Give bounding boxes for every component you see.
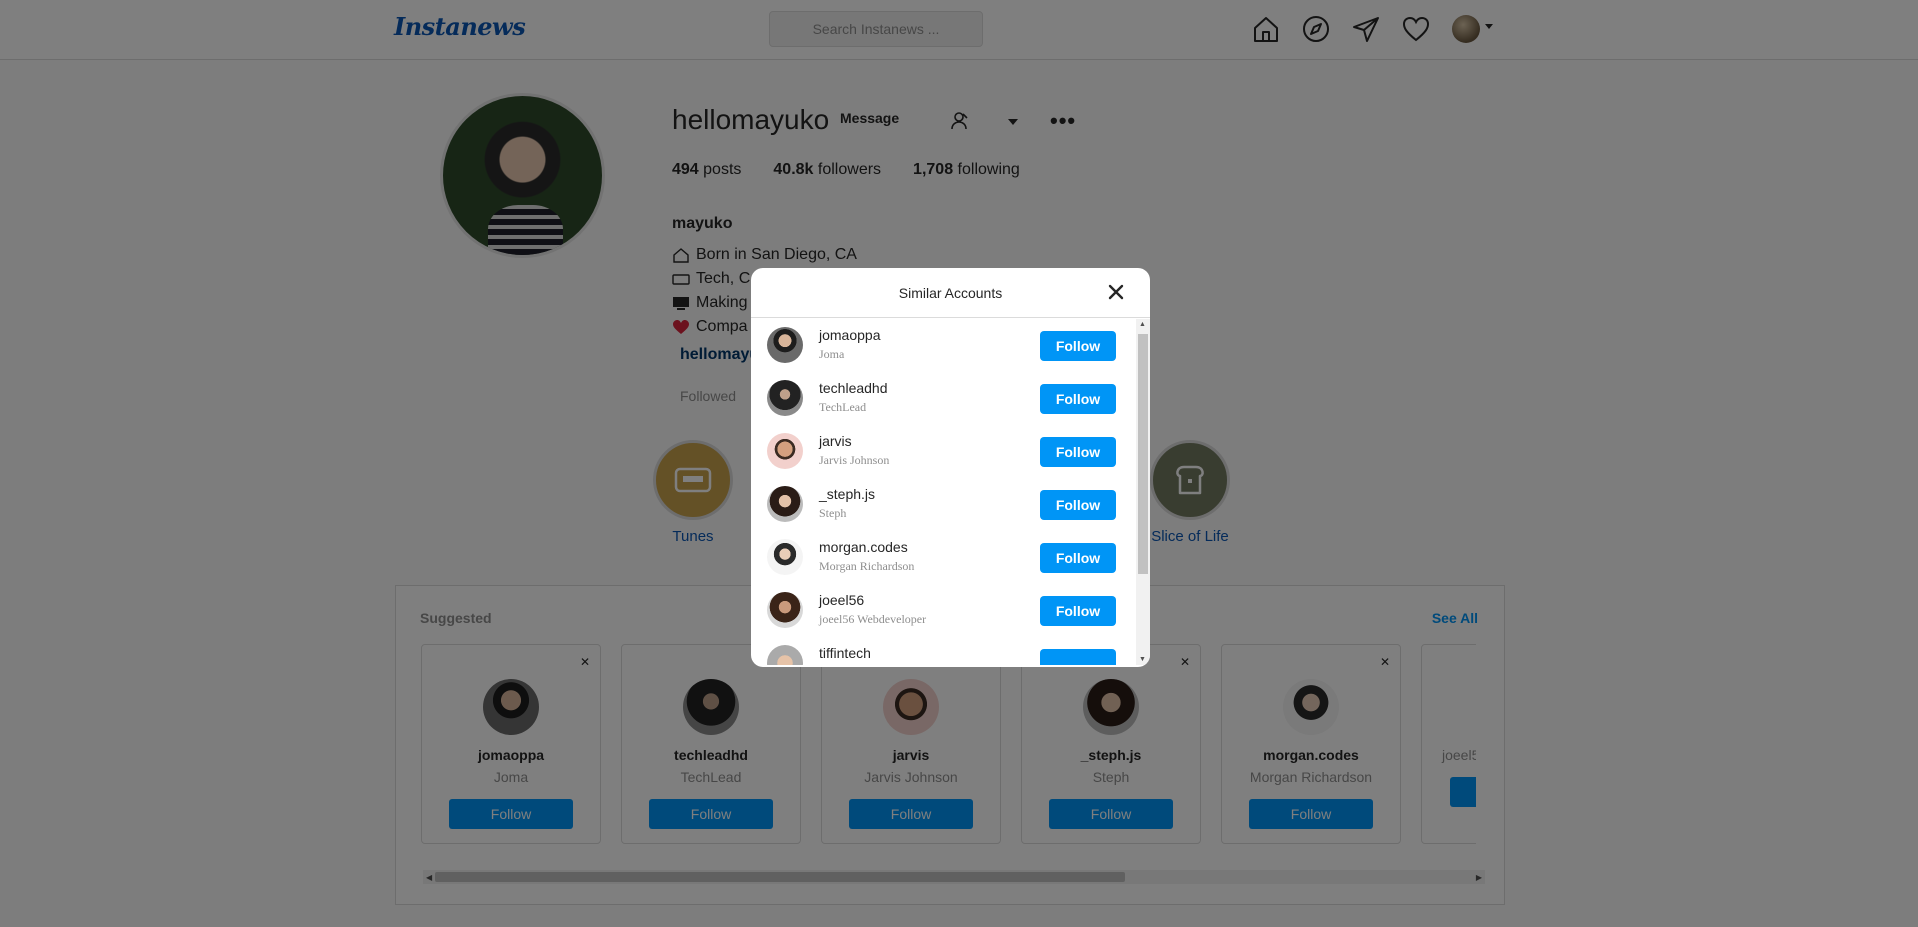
account-username[interactable]: jomaoppa <box>819 327 881 343</box>
account-username[interactable]: joeel56 <box>819 592 864 608</box>
account-username[interactable]: techleadhd <box>819 380 888 396</box>
follow-button[interactable]: Follow <box>1040 331 1116 361</box>
account-username[interactable]: morgan.codes <box>819 539 908 555</box>
account-fullname: Joma <box>819 347 845 361</box>
list-item: tiffintech <box>751 637 1135 665</box>
list-item: jomaoppa Joma Follow <box>751 319 1135 372</box>
follow-button[interactable]: Follow <box>1040 490 1116 520</box>
follow-button[interactable]: Follow <box>1040 543 1116 573</box>
close-icon[interactable] <box>1108 284 1124 300</box>
list-item: jarvis Jarvis Johnson Follow <box>751 425 1135 478</box>
account-fullname: TechLead <box>819 400 867 414</box>
follow-button[interactable]: Follow <box>1040 596 1116 626</box>
follow-button[interactable]: Follow <box>1040 384 1116 414</box>
avatar[interactable] <box>767 486 803 522</box>
account-username[interactable]: tiffintech <box>819 645 871 661</box>
list-item: morgan.codes Morgan Richardson Follow <box>751 531 1135 584</box>
follow-button[interactable]: Follow <box>1040 437 1116 467</box>
account-fullname: Jarvis Johnson <box>819 453 890 467</box>
modal-title: Similar Accounts <box>898 285 1003 301</box>
account-fullname: Steph <box>819 506 847 520</box>
modal-header: Similar Accounts <box>751 268 1150 318</box>
vertical-scrollbar[interactable]: ▲ ▼ <box>1136 319 1150 665</box>
account-fullname: Morgan Richardson <box>819 559 915 573</box>
scroll-down-icon[interactable]: ▼ <box>1139 656 1146 663</box>
avatar[interactable] <box>767 380 803 416</box>
scroll-thumb[interactable] <box>1138 334 1148 574</box>
list-item: _steph.js Steph Follow <box>751 478 1135 531</box>
account-username[interactable]: jarvis <box>819 433 852 449</box>
list-item: joeel56 joeel56 Webdeveloper Follow <box>751 584 1135 637</box>
avatar[interactable] <box>767 327 803 363</box>
follow-button[interactable] <box>1040 649 1116 665</box>
avatar[interactable] <box>767 592 803 628</box>
account-fullname: joeel56 Webdeveloper <box>819 612 927 626</box>
scroll-up-icon[interactable]: ▲ <box>1139 321 1146 328</box>
similar-accounts-modal: Similar Accounts jomaoppa Joma Follow te… <box>751 268 1150 667</box>
accounts-list: jomaoppa Joma Follow techleadhd TechLead… <box>751 319 1135 665</box>
avatar[interactable] <box>767 433 803 469</box>
avatar[interactable] <box>767 539 803 575</box>
avatar[interactable] <box>767 645 803 665</box>
list-item: techleadhd TechLead Follow <box>751 372 1135 425</box>
account-username[interactable]: _steph.js <box>819 486 875 502</box>
